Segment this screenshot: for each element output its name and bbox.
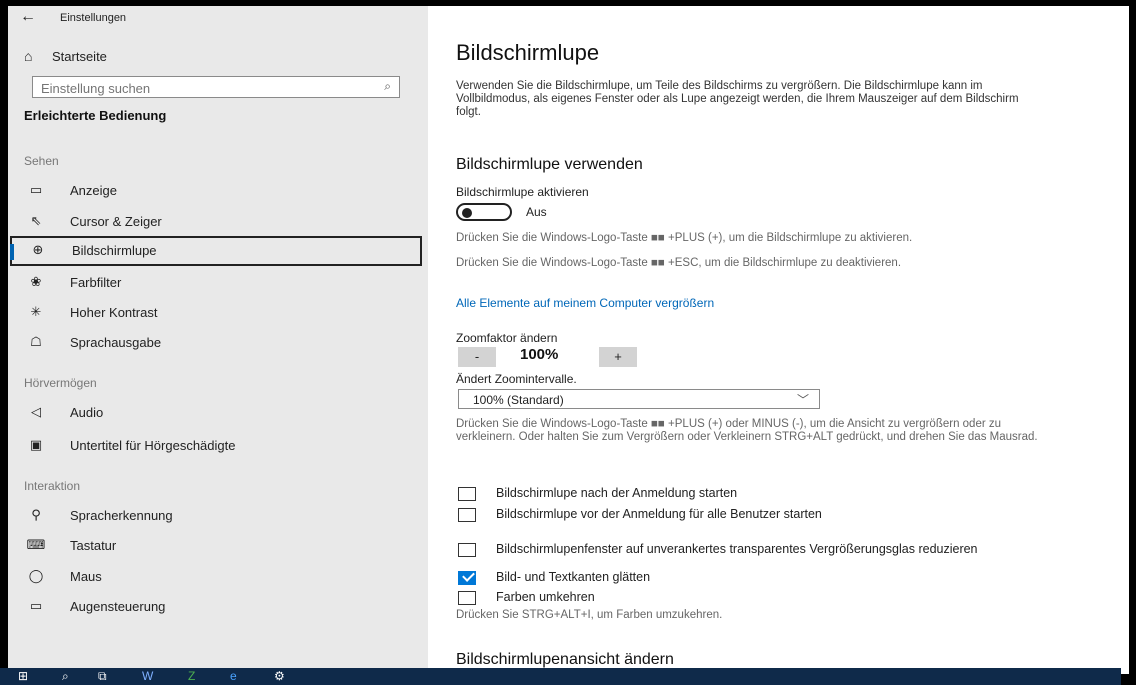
- mouse-icon: ◯: [28, 568, 44, 583]
- checkbox-start-before-login[interactable]: [458, 508, 476, 522]
- sidebar-item-sprachausgabe[interactable]: ☖ Sprachausgabe: [8, 328, 428, 358]
- zoom-interval-select[interactable]: 100% (Standard) ﹀: [458, 389, 820, 409]
- sidebar-item-bildschirmlupe[interactable]: ⊕ Bildschirmlupe: [10, 236, 422, 266]
- sidebar-item-label: Augensteuerung: [70, 599, 166, 614]
- zoom-plus-button[interactable]: +: [599, 347, 637, 367]
- speaker-icon: ◁: [31, 404, 41, 419]
- palette-icon: ❀: [30, 274, 42, 289]
- sidebar-item-label: Anzeige: [70, 183, 117, 198]
- sidebar-item-label: Maus: [70, 569, 102, 584]
- checkbox-label: Farben umkehren: [496, 590, 595, 604]
- sidebar-item-cursor[interactable]: ⇖ Cursor & Zeiger: [8, 207, 428, 237]
- settings-window: ← Einstellungen ⌂ Startseite ⌕ Erleichter…: [8, 6, 1129, 674]
- keyboard-icon: ⌨: [26, 537, 46, 552]
- contrast-sun-icon: ✳: [30, 304, 42, 319]
- invert-hint: Drücken Sie STRG+ALT+I, um Farben umzuke…: [456, 609, 723, 621]
- activate-label: Bildschirmlupe aktivieren: [456, 185, 589, 199]
- sidebar-item-label: Hoher Kontrast: [70, 305, 158, 320]
- sidebar-item-label: Audio: [70, 405, 104, 420]
- shortcut-hint-on: Drücken Sie die Windows-Logo-Taste ■■ +P…: [456, 232, 913, 244]
- section-heading-view: Bildschirmlupenansicht ändern: [456, 651, 674, 668]
- home-label: Startseite: [52, 49, 107, 64]
- main-content: Bildschirmlupe Verwenden Sie die Bildsch…: [428, 6, 1129, 674]
- narrator-icon: ☖: [30, 334, 42, 349]
- chevron-down-icon: ﹀: [796, 393, 809, 407]
- sidebar-item-audio[interactable]: ◁ Audio: [8, 398, 428, 428]
- search-box[interactable]: ⌕: [32, 76, 400, 98]
- toggle-state: Aus: [526, 205, 547, 219]
- settings-gear-icon[interactable]: ⚙: [274, 669, 285, 683]
- select-value: 100% (Standard): [473, 393, 564, 407]
- excel-icon[interactable]: Z: [188, 669, 195, 683]
- enlarge-all-link[interactable]: Alle Elemente auf meinem Computer vergrö…: [456, 296, 714, 310]
- microphone-icon: ⚲: [31, 507, 41, 522]
- search-icon[interactable]: ⌕: [62, 669, 69, 684]
- checkbox-start-after-login[interactable]: [458, 487, 476, 501]
- magnifier-toggle[interactable]: [456, 203, 512, 221]
- zoom-hint: Drücken Sie die Windows-Logo-Taste ■■ +P…: [456, 418, 1038, 443]
- eye-control-icon: ▭: [29, 598, 43, 613]
- checkbox-lens-mode[interactable]: [458, 543, 476, 557]
- group-label-hoervermoegen: Hörvermögen: [24, 376, 97, 390]
- sidebar-item-augensteuerung[interactable]: ▭ Augensteuerung: [8, 592, 428, 622]
- sidebar-item-spracherkennung[interactable]: ⚲ Spracherkennung: [8, 501, 428, 531]
- sidebar-item-untertitel[interactable]: ▣ Untertitel für Hörgeschädigte: [8, 431, 428, 461]
- app-title: Einstellungen: [60, 12, 127, 24]
- monitor-icon: ▭: [29, 182, 43, 197]
- intro-text: Verwenden Sie die Bildschirmlupe, um Tei…: [456, 80, 1019, 118]
- checkbox-label: Bild- und Textkanten glätten: [496, 570, 651, 584]
- search-icon[interactable]: ⌕: [384, 79, 391, 94]
- task-view-icon[interactable]: ⧉: [98, 669, 107, 684]
- sidebar-item-label: Tastatur: [70, 538, 117, 553]
- sidebar-item-hoher-kontrast[interactable]: ✳ Hoher Kontrast: [8, 298, 428, 328]
- back-arrow-icon[interactable]: ←: [20, 8, 36, 26]
- taskbar: ⊞ ⌕ ⧉ W Z e ⚙: [0, 668, 1121, 685]
- home-link[interactable]: ⌂ Startseite: [24, 48, 107, 64]
- sidebar-item-farbfilter[interactable]: ❀ Farbfilter: [8, 268, 428, 298]
- sidebar-item-tastatur[interactable]: ⌨ Tastatur: [8, 531, 428, 561]
- word-icon[interactable]: W: [142, 669, 153, 683]
- search-input[interactable]: [39, 78, 363, 98]
- checkbox-label: Bildschirmlupenfenster auf unverankertes…: [496, 542, 978, 556]
- toggle-knob: [462, 208, 472, 218]
- page-title: Bildschirmlupe: [456, 40, 600, 65]
- checkbox-label: Bildschirmlupe nach der Anmeldung starte…: [496, 486, 738, 500]
- edge-icon[interactable]: e: [230, 669, 237, 683]
- sidebar: ← Einstellungen ⌂ Startseite ⌕ Erleichter…: [8, 6, 428, 674]
- magnifier-icon: ⊕: [32, 242, 44, 257]
- home-icon: ⌂: [24, 48, 33, 64]
- category-title: Erleichterte Bedienung: [24, 108, 167, 123]
- captions-icon: ▣: [29, 437, 43, 452]
- checkbox-invert-colors[interactable]: [458, 591, 476, 605]
- zoom-label: Zoomfaktor ändern: [456, 331, 558, 345]
- cursor-icon: ⇖: [30, 213, 42, 228]
- sidebar-item-label: Sprachausgabe: [70, 335, 162, 350]
- sidebar-item-label: Bildschirmlupe: [72, 243, 157, 258]
- sidebar-item-label: Untertitel für Hörgeschädigte: [70, 438, 236, 453]
- sidebar-item-maus[interactable]: ◯ Maus: [8, 562, 428, 592]
- sidebar-item-label: Spracherkennung: [70, 508, 173, 523]
- group-label-sehen: Sehen: [24, 154, 59, 168]
- group-label-interaktion: Interaktion: [24, 479, 81, 493]
- sidebar-item-label: Farbfilter: [70, 275, 122, 290]
- interval-label: Ändert Zoomintervalle.: [456, 372, 577, 386]
- checkbox-smooth-edges[interactable]: [458, 571, 476, 585]
- start-icon[interactable]: ⊞: [18, 669, 28, 683]
- zoom-minus-button[interactable]: -: [458, 347, 496, 367]
- shortcut-hint-off: Drücken Sie die Windows-Logo-Taste ■■ +E…: [456, 257, 902, 269]
- sidebar-item-anzeige[interactable]: ▭ Anzeige: [8, 176, 428, 206]
- checkbox-label: Bildschirmlupe vor der Anmeldung für all…: [496, 507, 822, 521]
- section-heading-use: Bildschirmlupe verwenden: [456, 156, 643, 173]
- zoom-value: 100%: [520, 346, 559, 363]
- title-bar: ← Einstellungen: [8, 6, 428, 32]
- sidebar-item-label: Cursor & Zeiger: [70, 214, 162, 229]
